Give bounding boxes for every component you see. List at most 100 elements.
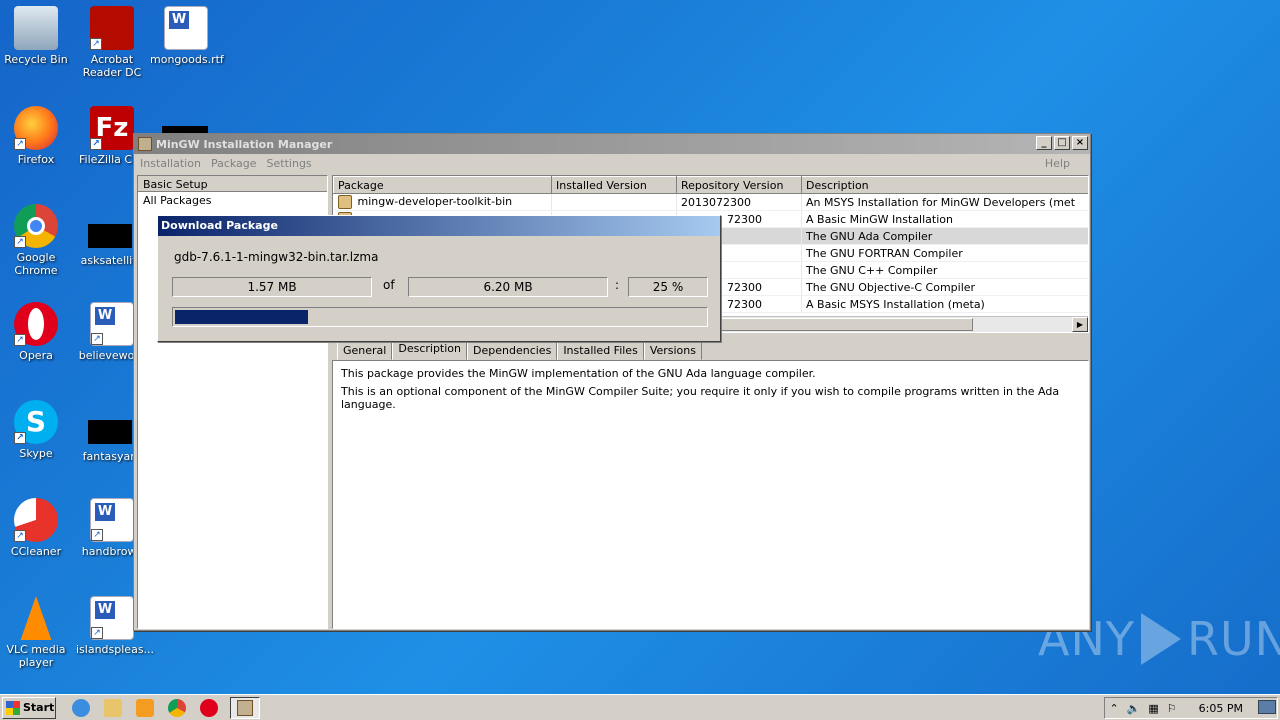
package-status-icon[interactable] — [337, 195, 352, 209]
desktop-icon-label: Recycle Bin — [4, 53, 68, 66]
tab-description[interactable]: Description — [392, 340, 468, 360]
desktop-icon-chrome[interactable]: ↗ Google Chrome — [0, 204, 72, 277]
media-player-icon[interactable] — [136, 698, 154, 717]
menubar: Installation Package Settings Help — [134, 154, 1090, 173]
package-description: The GNU Ada Compiler — [801, 227, 1088, 245]
installed-version — [551, 193, 677, 211]
show-hidden-icons-icon[interactable]: ⌃ — [1109, 702, 1118, 715]
download-progress-bar — [172, 307, 708, 327]
opera-icon: ↗ — [14, 302, 58, 346]
window-title: MinGW Installation Manager — [156, 137, 333, 151]
taskbar: Start ⌃ 🔈 ▦ ⚐ 6:05 PM — [0, 694, 1280, 720]
description-panel: This package provides the MinGW implemen… — [332, 360, 1089, 629]
tab-versions[interactable]: Versions — [643, 342, 702, 360]
package-description: The GNU FORTRAN Compiler — [801, 244, 1088, 262]
progress-fill — [175, 310, 308, 324]
total-size: 6.20 MB — [408, 277, 608, 297]
description-line-2: This is an optional component of the Min… — [341, 385, 1060, 411]
desktop-icon-label: Google Chrome — [14, 251, 58, 277]
ccleaner-icon: ↗ — [14, 498, 58, 542]
recycle-bin-icon — [14, 6, 58, 50]
desktop-icon-label: VLC media player — [6, 643, 66, 669]
table-row[interactable]: mingw-developer-toolkit-bin 2013072300 A… — [333, 193, 1088, 211]
word-document-icon: W ↗ — [90, 302, 134, 346]
scroll-right-arrow-icon[interactable]: ▶ — [1072, 317, 1088, 332]
desktop-icon-firefox[interactable]: ↗ Firefox — [0, 106, 72, 166]
network-icon[interactable]: ▦ — [1148, 702, 1158, 715]
start-button[interactable]: Start — [2, 696, 56, 719]
downloaded-size: 1.57 MB — [172, 277, 372, 297]
word-document-icon: W ↗ — [90, 596, 134, 640]
desktop-icon-opera[interactable]: ↗ Opera — [0, 302, 72, 362]
redacted-icon — [88, 420, 132, 444]
download-filename: gdb-7.6.1-1-mingw32-bin.tar.lzma — [174, 250, 379, 264]
redacted-icon — [88, 224, 132, 248]
action-center-flag-icon[interactable]: ⚐ — [1167, 702, 1177, 715]
mingw-app-icon — [138, 137, 152, 151]
tab-installed-files[interactable]: Installed Files — [557, 342, 644, 360]
details-tabs: General Description Dependencies Install… — [337, 340, 702, 360]
desktop-icon-recycle-bin[interactable]: Recycle Bin — [0, 6, 72, 66]
opera-icon[interactable] — [200, 698, 218, 717]
filezilla-icon: Fz ↗ — [90, 106, 134, 150]
window-titlebar[interactable]: MinGW Installation Manager _ □ × — [134, 134, 1090, 154]
start-label: Start — [23, 701, 55, 714]
show-desktop-button[interactable] — [1258, 700, 1276, 714]
description-line-1: This package provides the MinGW implemen… — [341, 367, 816, 380]
desktop-icon-mongoods[interactable]: W mongoods.rtf — [150, 6, 224, 66]
menu-package[interactable]: Package — [211, 157, 257, 170]
system-tray: ⌃ 🔈 ▦ ⚐ 6:05 PM — [1104, 697, 1278, 719]
desktop-icon-vlc[interactable]: VLC media player — [0, 596, 72, 669]
of-label: of — [383, 278, 395, 292]
tab-dependencies[interactable]: Dependencies — [467, 342, 558, 360]
dialog-title[interactable]: Download Package — [158, 216, 720, 236]
internet-explorer-icon[interactable] — [72, 698, 90, 717]
play-logo-icon — [1140, 613, 1181, 665]
package-description: The GNU Objective-C Compiler — [801, 278, 1088, 296]
desktop-icon-label: Firefox — [17, 153, 55, 166]
desktop-icon-label: islandspleas... — [76, 643, 155, 656]
watermark-text-right: RUN — [1186, 612, 1280, 666]
column-header-package[interactable]: Package — [333, 176, 552, 194]
vlc-cone-icon — [20, 596, 52, 640]
firefox-icon: ↗ — [14, 106, 58, 150]
column-header-description[interactable]: Description — [801, 176, 1088, 194]
windows-logo-icon — [6, 700, 20, 715]
mingw-installation-manager-window: MinGW Installation Manager _ □ × Install… — [133, 133, 1091, 631]
minimize-button[interactable]: _ — [1036, 136, 1052, 150]
package-description: The GNU C++ Compiler — [801, 261, 1088, 279]
tab-general[interactable]: General — [337, 342, 393, 360]
desktop-icon-label: CCleaner — [10, 545, 62, 558]
package-description: An MSYS Installation for MinGW Developer… — [801, 193, 1088, 211]
clock[interactable]: 6:05 PM — [1199, 702, 1243, 715]
desktop-icon-ccleaner[interactable]: ↗ CCleaner — [0, 498, 72, 558]
mingw-app-icon — [237, 699, 253, 716]
chrome-icon[interactable] — [168, 698, 186, 717]
taskbar-item-mingw[interactable] — [230, 696, 260, 719]
column-header-installed-version[interactable]: Installed Version — [551, 176, 677, 194]
package-description: A Basic MSYS Installation (meta) — [801, 295, 1088, 313]
repository-version: 2013072300 — [676, 193, 802, 211]
skype-icon: S ↗ — [14, 400, 58, 444]
download-package-dialog: Download Package gdb-7.6.1-1-mingw32-bin… — [157, 215, 721, 342]
desktop-icon-skype[interactable]: S ↗ Skype — [0, 400, 72, 460]
desktop-icon-label: Skype — [19, 447, 53, 460]
category-item-basic-setup[interactable]: Basic Setup — [138, 176, 327, 192]
category-item-all-packages[interactable]: All Packages — [138, 192, 327, 208]
desktop-icon-acrobat[interactable]: ↗ Acrobat Reader DC — [76, 6, 148, 79]
menu-settings[interactable]: Settings — [267, 157, 312, 170]
maximize-button[interactable]: □ — [1054, 136, 1070, 150]
volume-icon[interactable]: 🔈 — [1127, 702, 1141, 715]
package-name: mingw-developer-toolkit-bin — [357, 195, 513, 208]
percent-complete: 25 % — [628, 277, 708, 297]
menu-help[interactable]: Help — [1045, 157, 1070, 170]
column-header-repository-version[interactable]: Repository Version — [676, 176, 802, 194]
package-description: A Basic MinGW Installation — [801, 210, 1088, 228]
word-document-icon: W — [164, 6, 208, 50]
close-button[interactable]: × — [1072, 136, 1088, 150]
file-explorer-icon[interactable] — [104, 698, 122, 717]
acrobat-icon: ↗ — [90, 6, 134, 50]
desktop-icon-label: mongoods.rtf — [150, 53, 224, 66]
menu-installation[interactable]: Installation — [140, 157, 201, 170]
desktop-icon-label: Acrobat Reader DC — [82, 53, 142, 79]
